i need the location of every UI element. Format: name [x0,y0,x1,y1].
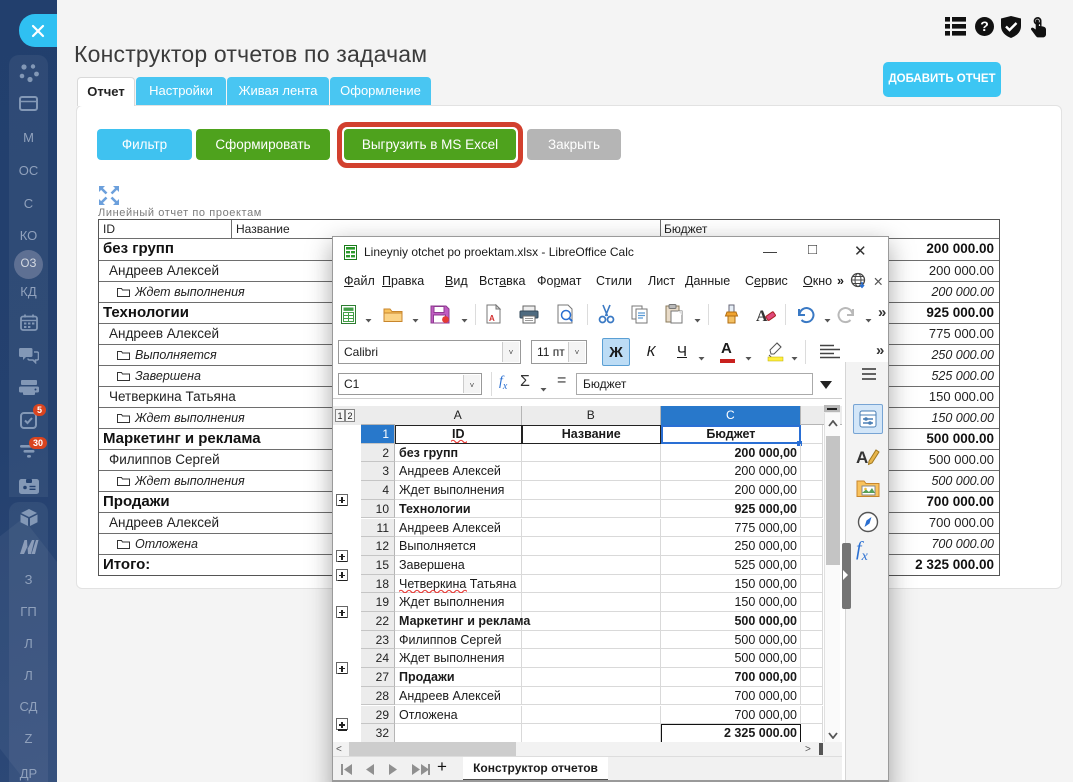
svg-text:A: A [489,314,495,323]
svg-text:A: A [856,448,868,467]
svg-text:?: ? [980,18,989,34]
